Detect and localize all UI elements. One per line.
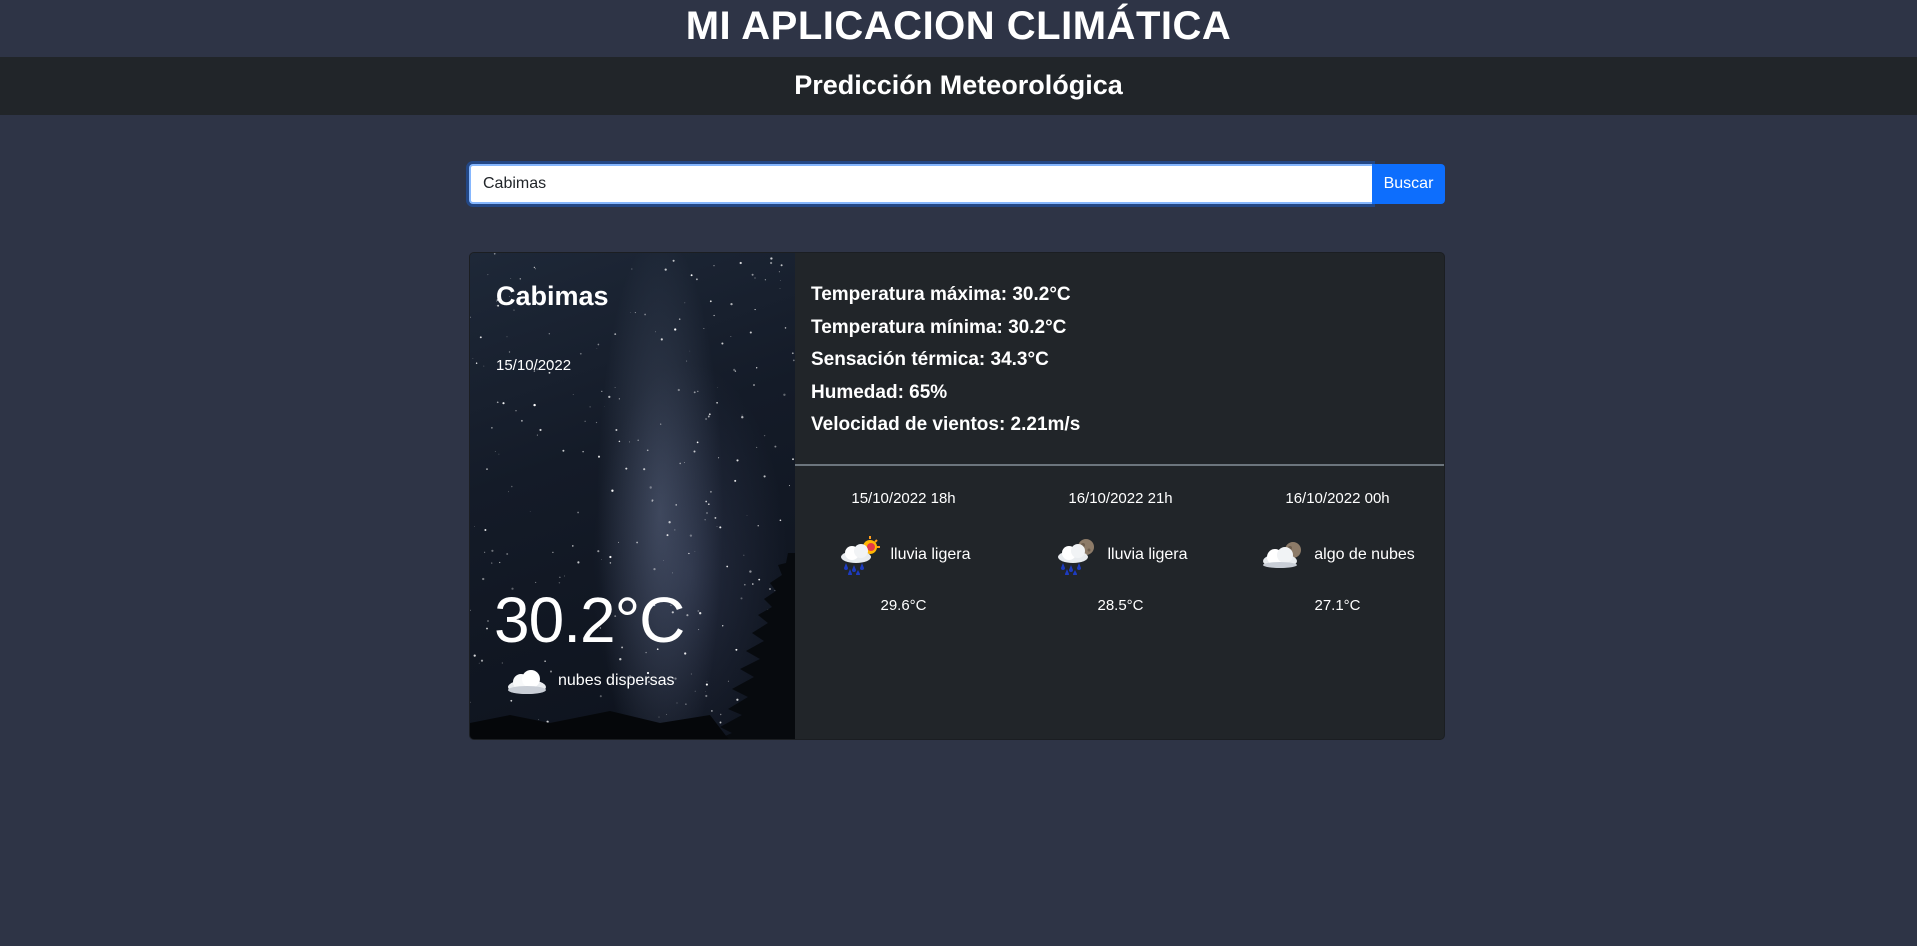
stats-list: Temperatura máxima: 30.2°C Temperatura m…	[811, 279, 1080, 442]
subtitle-bar: Predicción Meteorológica	[0, 57, 1917, 115]
forecast-condition: lluvia ligera	[1107, 546, 1188, 563]
humidity: Humedad: 65%	[811, 381, 948, 403]
scattered-clouds-icon	[508, 670, 546, 694]
search-button[interactable]: Buscar	[1372, 164, 1445, 204]
forecast-temperature: 27.1°C	[1314, 597, 1361, 614]
forecast-list: 15/10/2022 18h lluvia ligera 29.6°C 16/1…	[795, 489, 1444, 614]
forecast-temperature: 29.6°C	[880, 597, 927, 614]
forecast-item: 16/10/2022 21h lluvia ligera 28.5°C	[1012, 489, 1229, 614]
current-weather-panel: Cabimas 15/10/2022 30.2°C nubes dispersa…	[470, 253, 795, 739]
details-panel: Temperatura máxima: 30.2°C Temperatura m…	[795, 253, 1444, 739]
divider	[795, 464, 1444, 466]
forecast-time: 15/10/2022 18h	[851, 490, 956, 507]
few-clouds-night-icon	[1263, 542, 1302, 568]
light-rain-day-icon	[841, 536, 881, 575]
forecast-condition: algo de nubes	[1314, 546, 1415, 563]
app-title: MI APLICACION CLIMÁTICA	[685, 4, 1232, 48]
light-rain-night-icon	[1058, 539, 1095, 575]
weather-card: Cabimas 15/10/2022 30.2°C nubes dispersa…	[469, 252, 1445, 740]
forecast-temperature: 28.5°C	[1097, 597, 1144, 614]
current-temperature: 30.2°C	[494, 584, 685, 656]
forecast-item: 15/10/2022 18h lluvia ligera 29.6°C	[795, 489, 1012, 614]
current-date: 15/10/2022	[496, 357, 572, 374]
city-name: Cabimas	[496, 281, 609, 311]
wind-speed: Velocidad de vientos: 2.21m/s	[811, 414, 1081, 435]
search-input[interactable]	[469, 164, 1372, 204]
search-form: Buscar	[469, 164, 1445, 204]
min-temperature: Temperatura mínima: 30.2°C	[811, 316, 1067, 338]
forecast-item: 16/10/2022 00h algo de nubes 27.1°C	[1229, 489, 1444, 614]
page-bottom-edge	[0, 946, 1917, 951]
current-condition: nubes dispersas	[504, 665, 675, 697]
current-condition-label: nubes dispersas	[558, 672, 675, 689]
forecast-time: 16/10/2022 21h	[1068, 490, 1173, 507]
forecast-condition: lluvia ligera	[890, 546, 971, 563]
forecast-time: 16/10/2022 00h	[1285, 490, 1390, 507]
max-temperature: Temperatura máxima: 30.2°C	[811, 284, 1071, 305]
feels-like: Sensación térmica: 34.3°C	[811, 349, 1049, 370]
